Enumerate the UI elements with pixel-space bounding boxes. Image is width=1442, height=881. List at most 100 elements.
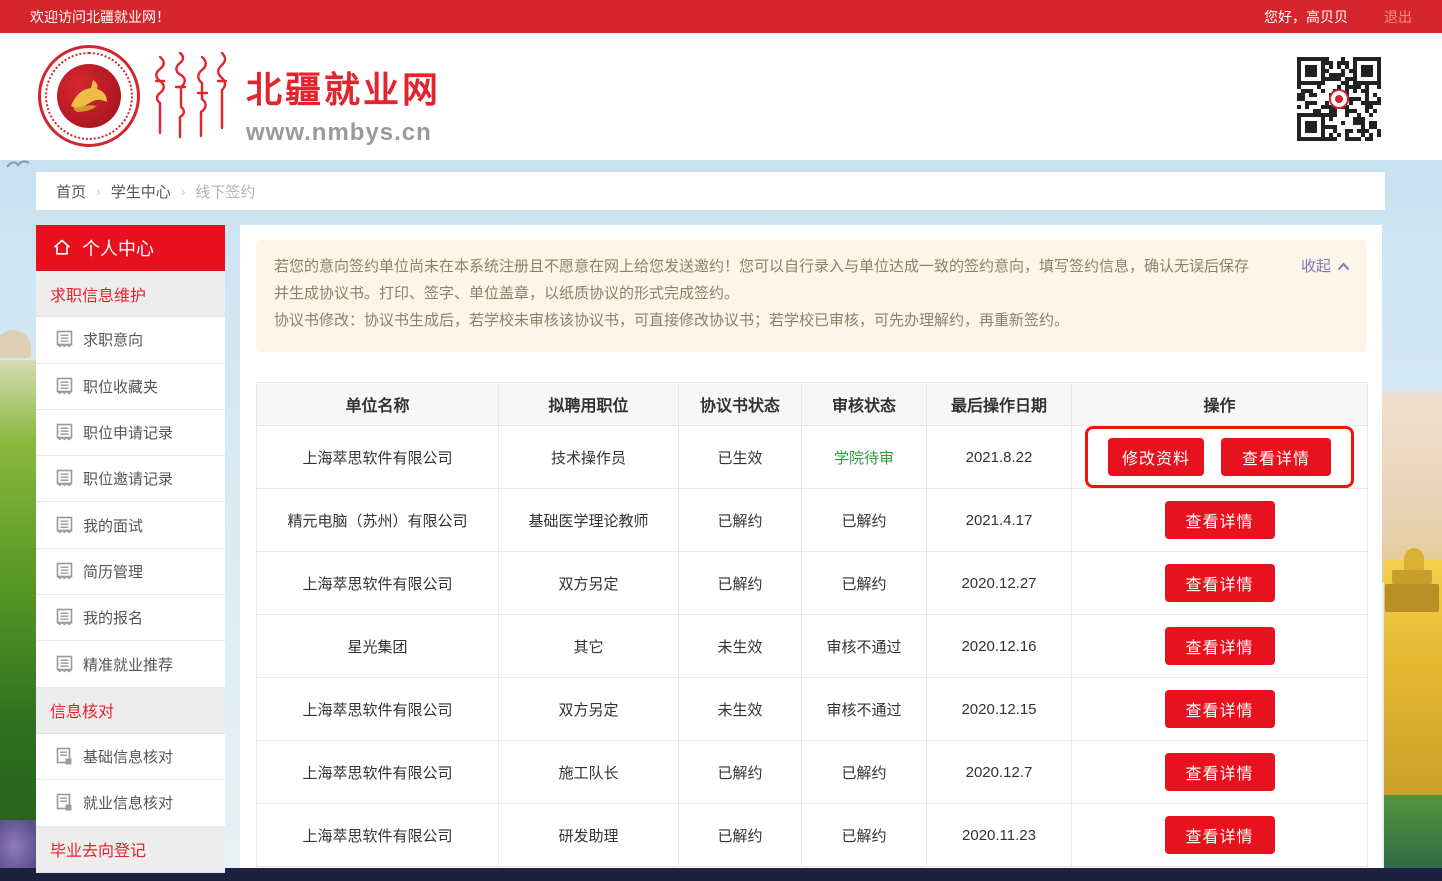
cell-last-date-text: 2020.12.15 bbox=[961, 701, 1036, 718]
table-row: 上海萃思软件有限公司双方另定已解约已解约2020.12.27查看详情 bbox=[257, 552, 1367, 615]
cell-position: 研发助理 bbox=[499, 804, 679, 867]
sidebar-item[interactable]: 职位收藏夹 bbox=[36, 364, 225, 410]
cell-last-date: 2020.12.27 bbox=[927, 552, 1072, 615]
highlight-annotation-box: 修改资料查看详情 bbox=[1085, 426, 1354, 488]
cell-last-date: 2021.8.22 bbox=[927, 426, 1072, 489]
sidebar-item[interactable]: 我的报名 bbox=[36, 595, 225, 641]
cell-company: 上海萃思软件有限公司 bbox=[257, 678, 499, 741]
modify-button[interactable]: 修改资料 bbox=[1108, 438, 1204, 476]
sidebar-item-label: 我的面试 bbox=[83, 515, 143, 536]
breadcrumb-item[interactable]: 学生中心 bbox=[111, 181, 171, 202]
cell-company: 上海萃思软件有限公司 bbox=[257, 741, 499, 804]
cell-actions: 查看详情 bbox=[1072, 741, 1367, 804]
sidebar-item[interactable]: 求职意向 bbox=[36, 317, 225, 363]
sidebar-item-label: 简历管理 bbox=[83, 561, 143, 582]
cell-last-date: 2021.4.17 bbox=[927, 489, 1072, 552]
cell-audit-status-text: 审核不通过 bbox=[826, 699, 901, 720]
sidebar-item[interactable]: 简历管理 bbox=[36, 549, 225, 595]
sidebar-item[interactable]: 我的面试 bbox=[36, 502, 225, 548]
view-details-button[interactable]: 查看详情 bbox=[1165, 690, 1275, 728]
notice-line-1: 若您的意向签约单位尚未在本系统注册且不愿意在网上给您发送邀约！您可以自行录入与单… bbox=[274, 253, 1262, 307]
cell-actions: 查看详情 bbox=[1072, 489, 1367, 552]
breadcrumb-item: 线下签约 bbox=[195, 181, 255, 202]
mongolian-script-icon bbox=[150, 49, 232, 150]
cell-actions: 修改资料查看详情 bbox=[1072, 426, 1367, 489]
cell-position: 双方另定 bbox=[499, 552, 679, 615]
view-details-button[interactable]: 查看详情 bbox=[1165, 627, 1275, 665]
document-icon bbox=[56, 655, 73, 674]
cell-company: 精元电脑（苏州）有限公司 bbox=[257, 489, 499, 552]
logout-link[interactable]: 退出 bbox=[1384, 7, 1412, 27]
site-title: 北疆就业网 bbox=[246, 61, 441, 113]
sidebar-item-label: 求职意向 bbox=[83, 329, 143, 350]
actions-group: 查看详情 bbox=[1165, 627, 1275, 665]
column-header: 操作 bbox=[1072, 383, 1367, 426]
sidebar-item[interactable]: 职位邀请记录 bbox=[36, 456, 225, 502]
table-row: 上海萃思软件有限公司双方另定未生效审核不通过2020.12.15查看详情 bbox=[257, 678, 1367, 741]
horse-emblem-icon bbox=[57, 64, 121, 128]
background-temple bbox=[1392, 570, 1432, 584]
actions-group: 查看详情 bbox=[1165, 564, 1275, 602]
cell-last-date-text: 2020.12.27 bbox=[961, 575, 1036, 592]
view-details-button[interactable]: 查看详情 bbox=[1165, 753, 1275, 791]
cell-position-text: 研发助理 bbox=[558, 825, 618, 846]
cell-audit-status: 学院待审 bbox=[802, 426, 927, 489]
cell-position: 双方另定 bbox=[499, 678, 679, 741]
cell-audit-status: 审核不通过 bbox=[802, 615, 927, 678]
cell-last-date: 2020.11.23 bbox=[927, 804, 1072, 867]
cell-last-date-text: 2020.12.7 bbox=[966, 764, 1033, 781]
cell-company-text: 星光集团 bbox=[347, 636, 407, 657]
background-yurt bbox=[0, 330, 31, 358]
cell-audit-status-text: 学院待审 bbox=[834, 447, 894, 468]
view-details-button[interactable]: 查看详情 bbox=[1165, 816, 1275, 854]
cell-last-date-text: 2020.12.16 bbox=[961, 638, 1036, 655]
agreements-table: 单位名称拟聘用职位协议书状态审核状态最后操作日期操作上海萃思软件有限公司 技术操作… bbox=[256, 382, 1368, 867]
cell-actions: 查看详情 bbox=[1072, 615, 1367, 678]
cell-audit-status-text: 已解约 bbox=[841, 573, 886, 594]
sidebar-item[interactable]: 职位申请记录 bbox=[36, 410, 225, 456]
column-header: 拟聘用职位 bbox=[499, 383, 679, 426]
document-icon bbox=[56, 516, 73, 535]
cell-position-text: 技术操作员 bbox=[551, 447, 626, 468]
sidebar-item[interactable]: 基础信息核对 bbox=[36, 734, 225, 780]
sidebar-item[interactable]: 就业信息核对 bbox=[36, 780, 225, 826]
sidebar-item[interactable]: 精准就业推荐 bbox=[36, 641, 225, 687]
user-greeting: 您好，高贝贝 bbox=[1264, 7, 1348, 27]
sidebar-title: 个人中心 bbox=[82, 235, 154, 261]
view-details-button[interactable]: 查看详情 bbox=[1221, 438, 1331, 476]
document-icon bbox=[56, 330, 73, 349]
sidebar-item-label: 就业信息核对 bbox=[83, 792, 173, 813]
cell-company-text: 上海萃思软件有限公司 bbox=[302, 699, 452, 720]
qr-code bbox=[1297, 57, 1381, 141]
cell-audit-status-text: 审核不通过 bbox=[826, 636, 901, 657]
sidebar-item-label: 职位邀请记录 bbox=[83, 468, 173, 489]
main-panel: 若您的意向签约单位尚未在本系统注册且不愿意在网上给您发送邀约！您可以自行录入与单… bbox=[240, 225, 1382, 868]
table-row: 精元电脑（苏州）有限公司基础医学理论教师已解约已解约2021.4.17查看详情 bbox=[257, 489, 1367, 552]
sidebar-menu: 求职信息维护求职意向职位收藏夹职位申请记录职位邀请记录我的面试简历管理我的报名精… bbox=[36, 271, 225, 873]
cell-agreement-status-text: 已解约 bbox=[717, 762, 762, 783]
sidebar-header[interactable]: 个人中心 bbox=[36, 225, 225, 271]
breadcrumb-item[interactable]: 首页 bbox=[56, 181, 86, 202]
document-badge-icon bbox=[56, 793, 73, 812]
cell-audit-status: 已解约 bbox=[802, 489, 927, 552]
breadcrumb-separator: › bbox=[181, 183, 186, 199]
cell-actions: 查看详情 bbox=[1072, 804, 1367, 867]
cell-position-text: 双方另定 bbox=[558, 699, 618, 720]
document-icon bbox=[56, 469, 73, 488]
cell-position-text: 施工队长 bbox=[558, 762, 618, 783]
document-icon bbox=[56, 608, 73, 627]
collapse-toggle[interactable]: 收起 bbox=[1301, 253, 1350, 280]
view-details-button[interactable]: 查看详情 bbox=[1165, 501, 1275, 539]
cell-audit-status: 审核不通过 bbox=[802, 678, 927, 741]
topbar: 欢迎访问北疆就业网！ 您好，高贝贝 退出 bbox=[0, 0, 1442, 33]
cell-last-date-text: 2020.11.23 bbox=[962, 827, 1036, 844]
cell-company-text: 上海萃思软件有限公司 bbox=[302, 573, 452, 594]
view-details-button[interactable]: 查看详情 bbox=[1165, 564, 1275, 602]
cell-audit-status: 已解约 bbox=[802, 552, 927, 615]
table-header-row: 单位名称拟聘用职位协议书状态审核状态最后操作日期操作 bbox=[257, 383, 1367, 426]
cell-company: 上海萃思软件有限公司 bbox=[257, 552, 499, 615]
sidebar-section-label: 毕业去向登记 bbox=[36, 827, 225, 873]
site-header: 北疆就业网 www.nmbys.cn bbox=[0, 33, 1442, 160]
sidebar-item-label: 精准就业推荐 bbox=[83, 654, 173, 675]
sidebar: 个人中心 求职信息维护求职意向职位收藏夹职位申请记录职位邀请记录我的面试简历管理… bbox=[36, 225, 225, 868]
